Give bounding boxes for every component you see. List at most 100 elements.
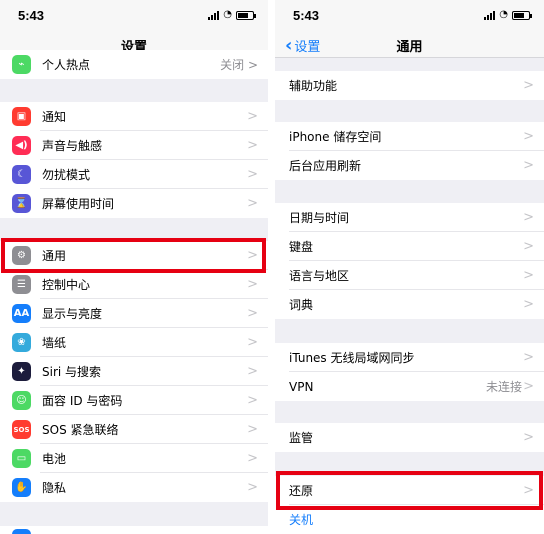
chevron-right-icon: > bbox=[247, 167, 258, 182]
settings-row-sos[interactable]: SOS SOS 紧急联络 > bbox=[0, 415, 268, 444]
chevron-right-icon: > bbox=[247, 277, 258, 292]
settings-row-notifications[interactable]: ▣ 通知 > bbox=[0, 102, 268, 131]
general-row-keyboard[interactable]: 键盘 > bbox=[275, 232, 544, 261]
general-row-language-region[interactable]: 语言与地区 > bbox=[275, 261, 544, 290]
status-icons: ◔ bbox=[208, 9, 256, 20]
chevron-right-icon: > bbox=[247, 480, 258, 495]
vpn-status: 未连接 bbox=[485, 380, 522, 394]
row-label: 键盘 bbox=[289, 240, 314, 254]
chevron-right-icon: > bbox=[247, 138, 258, 153]
sos-icon: SOS bbox=[12, 420, 31, 439]
general-row-iphone-storage[interactable]: iPhone 储存空间 > bbox=[275, 122, 544, 151]
chevron-right-icon: > bbox=[247, 196, 258, 211]
general-row-background-refresh[interactable]: 后台应用刷新 > bbox=[275, 151, 544, 180]
hotspot-icon: ⌁ bbox=[12, 55, 31, 74]
face-id-icon: ☺ bbox=[12, 391, 31, 410]
row-label: 日期与时间 bbox=[289, 211, 350, 225]
chevron-right-icon: > bbox=[523, 350, 534, 365]
row-label: 勿扰模式 bbox=[42, 168, 91, 182]
chevron-right-icon: > bbox=[247, 393, 258, 408]
general-row-itunes-wifi-sync[interactable]: iTunes 无线局域网同步 > bbox=[275, 343, 544, 372]
app-store-icon bbox=[12, 529, 31, 534]
siri-icon: ✦ bbox=[12, 362, 31, 381]
chevron-right-icon: > bbox=[247, 451, 258, 466]
chevron-right-icon: > bbox=[523, 297, 534, 312]
settings-row-display[interactable]: AA 显示与亮度 > bbox=[0, 299, 268, 328]
chevron-right-icon: > bbox=[247, 306, 258, 321]
hourglass-icon: ⌛ bbox=[12, 194, 31, 213]
navigation-bar: ‹ 设置 通用 bbox=[275, 30, 544, 58]
row-label: 监管 bbox=[289, 431, 314, 445]
chevron-right-icon: > bbox=[523, 158, 534, 173]
status-time: 5:43 bbox=[293, 8, 320, 23]
settings-row-battery[interactable]: ▭ 电池 > bbox=[0, 444, 268, 473]
row-label: 词典 bbox=[289, 298, 314, 312]
settings-row-face-id[interactable]: ☺ 面容 ID 与密码 > bbox=[0, 386, 268, 415]
settings-row-sounds[interactable]: ◀) 声音与触感 > bbox=[0, 131, 268, 160]
row-value: 关闭 > bbox=[220, 58, 258, 72]
chevron-right-icon: > bbox=[523, 379, 534, 394]
settings-row-screen-time[interactable]: ⌛ 屏幕使用时间 > bbox=[0, 189, 268, 218]
wifi-icon: ◔ bbox=[499, 9, 508, 20]
row-label: 控制中心 bbox=[42, 278, 91, 292]
chevron-right-icon: > bbox=[247, 422, 258, 437]
row-label: VPN bbox=[289, 379, 314, 394]
general-row-profile[interactable]: 监管 > bbox=[275, 423, 544, 452]
general-row-dictionary[interactable]: 词典 > bbox=[275, 290, 544, 319]
chevron-right-icon: > bbox=[523, 239, 534, 254]
general-row-vpn[interactable]: VPN 未连接 > bbox=[275, 372, 544, 401]
settings-row-privacy[interactable]: ✋ 隐私 > bbox=[0, 473, 268, 502]
wallpaper-icon: ❀ bbox=[12, 333, 31, 352]
sound-icon: ◀) bbox=[12, 136, 31, 155]
row-label: iPhone 储存空间 bbox=[289, 130, 382, 144]
row-label: 墙纸 bbox=[42, 336, 67, 350]
settings-row-siri[interactable]: ✦ Siri 与搜索 > bbox=[0, 357, 268, 386]
battery-status-icon bbox=[236, 10, 256, 20]
status-bar: 5:43 ◔ bbox=[275, 0, 544, 30]
settings-row-do-not-disturb[interactable]: ☾ 勿扰模式 > bbox=[0, 160, 268, 189]
display-icon: AA bbox=[12, 304, 31, 323]
general-row-date-time[interactable]: 日期与时间 > bbox=[275, 203, 544, 232]
battery-status-icon bbox=[512, 10, 532, 20]
chevron-right-icon: > bbox=[247, 364, 258, 379]
control-center-icon: ☰ bbox=[12, 275, 31, 294]
chevron-right-icon: > bbox=[247, 109, 258, 124]
highlight-box bbox=[1, 238, 266, 273]
highlight-box bbox=[276, 471, 543, 510]
row-label: 语言与地区 bbox=[289, 269, 350, 283]
cellular-signal-icon bbox=[208, 10, 220, 20]
settings-row-wallpaper[interactable]: ❀ 墙纸 > bbox=[0, 328, 268, 357]
row-label: SOS 紧急联络 bbox=[42, 423, 119, 437]
chevron-right-icon: > bbox=[523, 129, 534, 144]
row-label: 隐私 bbox=[42, 481, 67, 495]
settings-row-control-center[interactable]: ☰ 控制中心 > bbox=[0, 270, 268, 299]
notifications-icon: ▣ bbox=[12, 107, 31, 126]
row-label: 通知 bbox=[42, 110, 67, 124]
hand-icon: ✋ bbox=[12, 478, 31, 497]
chevron-right-icon: > bbox=[523, 430, 534, 445]
row-label: 辅助功能 bbox=[289, 79, 338, 93]
chevron-right-icon: > bbox=[247, 335, 258, 350]
row-label: 显示与亮度 bbox=[42, 307, 103, 321]
row-label: 电池 bbox=[42, 452, 67, 466]
settings-row-hotspot[interactable]: ⌁ 个人热点 关闭 > bbox=[0, 50, 268, 79]
moon-icon: ☾ bbox=[12, 165, 31, 184]
general-screen: 5:43 ◔ ‹ 设置 通用 辅助功能 > iPhone 储存空间 > 后台应用… bbox=[275, 0, 544, 534]
general-row-accessibility[interactable]: 辅助功能 > bbox=[275, 71, 544, 100]
row-label: 关机 bbox=[289, 513, 314, 527]
chevron-right-icon: > bbox=[523, 78, 534, 93]
status-icons: ◔ bbox=[484, 9, 532, 20]
chevron-right-icon: > bbox=[523, 268, 534, 283]
status-bar: 5:43 ◔ bbox=[0, 0, 268, 30]
status-time: 5:43 bbox=[18, 8, 45, 23]
wifi-icon: ◔ bbox=[223, 9, 232, 20]
row-label: Siri 与搜索 bbox=[42, 365, 102, 379]
row-label: 屏幕使用时间 bbox=[42, 197, 115, 211]
settings-row-partial[interactable] bbox=[0, 526, 268, 534]
row-label: 个人热点 bbox=[42, 58, 91, 72]
row-label: 后台应用刷新 bbox=[289, 159, 362, 173]
chevron-right-icon: > bbox=[523, 210, 534, 225]
row-label: iTunes 无线局域网同步 bbox=[289, 351, 415, 365]
cellular-signal-icon bbox=[484, 10, 496, 20]
row-label: 声音与触感 bbox=[42, 139, 103, 153]
